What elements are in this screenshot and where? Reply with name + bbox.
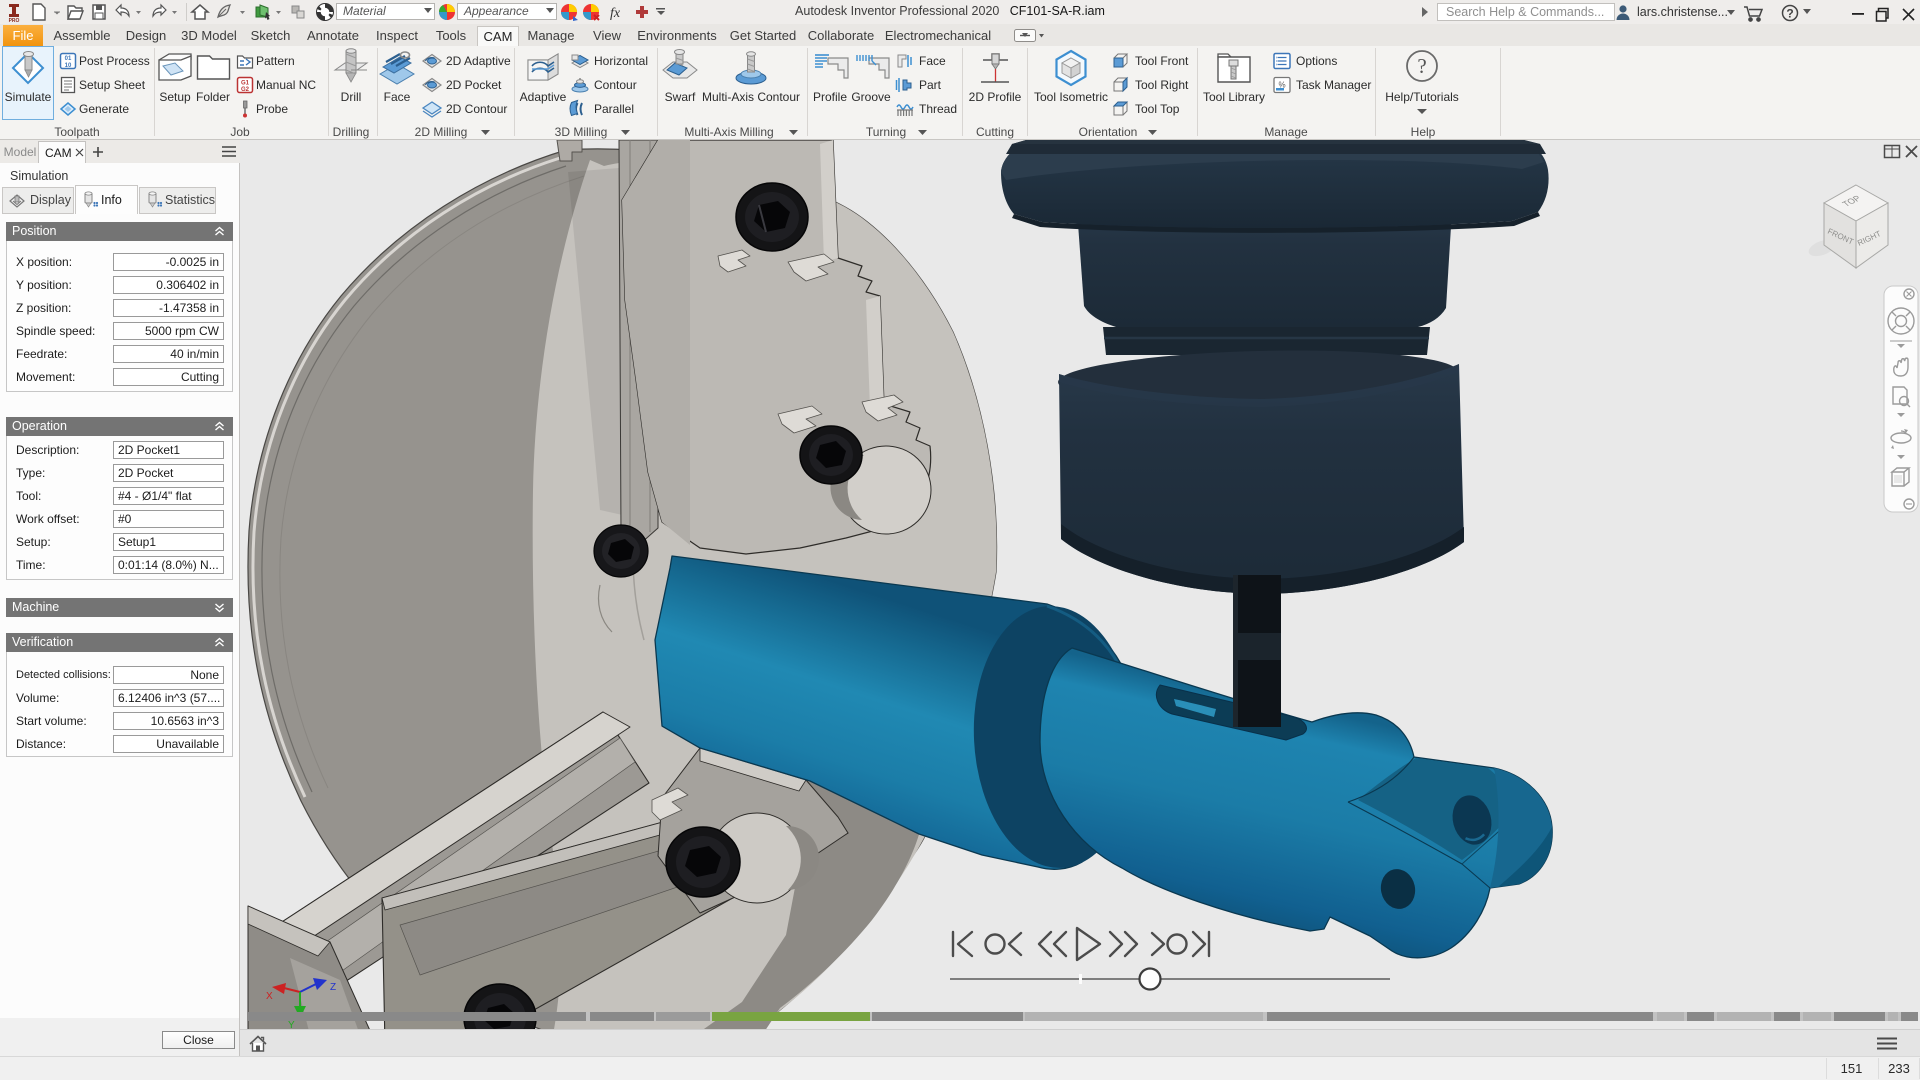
svg-text:?: ? <box>1786 7 1793 21</box>
svg-text:X: X <box>266 991 273 1002</box>
svg-text:lars.christense...: lars.christense... <box>1637 5 1728 19</box>
svg-text:01: 01 <box>65 56 72 62</box>
svg-text:G1: G1 <box>241 81 250 87</box>
svg-text:Z: Z <box>330 982 336 993</box>
svg-text:?: ? <box>1417 54 1426 78</box>
svg-text:fx: fx <box>610 6 621 21</box>
svg-text:G2: G2 <box>241 87 250 93</box>
svg-text:Y: Y <box>288 1020 295 1029</box>
svg-text:10: 10 <box>65 63 72 69</box>
